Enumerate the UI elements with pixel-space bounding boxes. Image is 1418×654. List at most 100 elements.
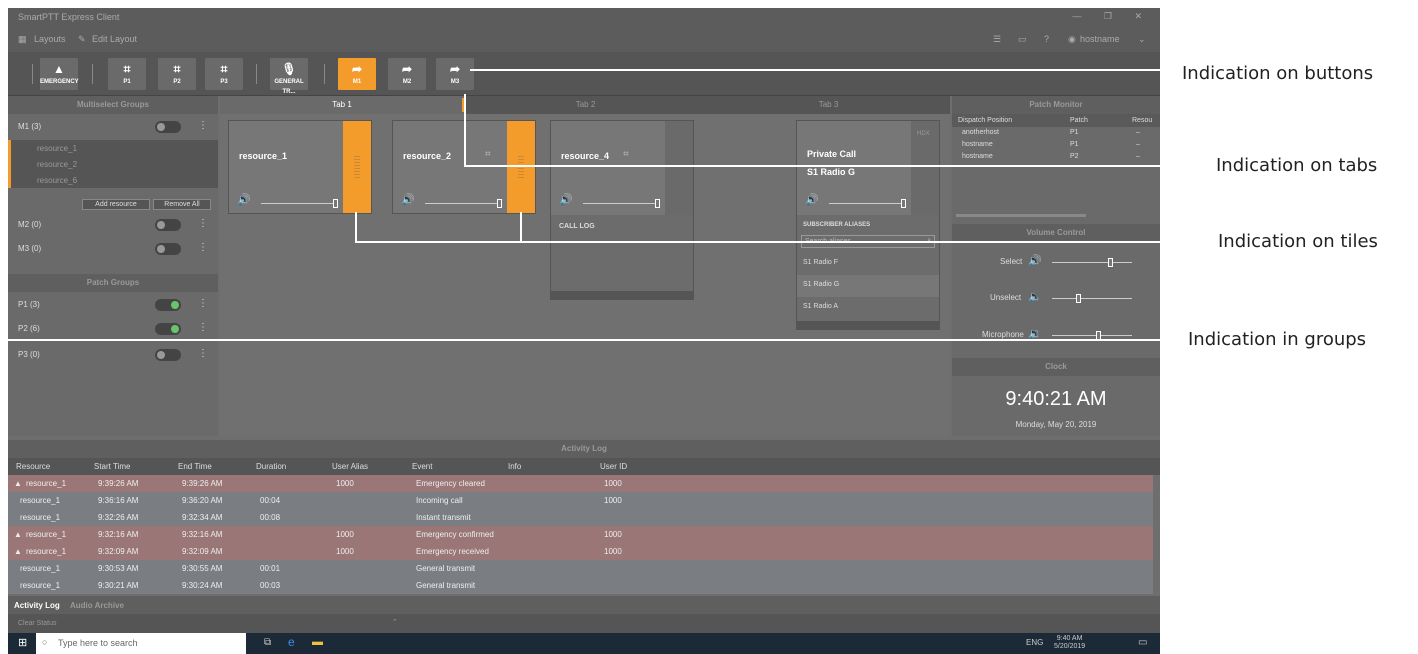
tile-side[interactable]: HDX [911,121,939,215]
list-item[interactable]: resource_1 [8,140,218,156]
speaker-icon[interactable]: 🔊 [559,193,573,206]
table-row[interactable]: ▲ resource_1 9:32:09 AM 9:32:09 AM 1000 Emerg… [8,543,1153,560]
group-toggle[interactable] [155,121,181,133]
tab-3[interactable]: Tab 3 [707,96,950,114]
speaker-icon[interactable]: 🔈 [1028,290,1042,303]
more-icon[interactable]: ⋮ [198,298,208,309]
windows-icon[interactable]: ⊞ [18,636,27,649]
tab-activity-log[interactable]: Activity Log [14,601,60,610]
clear-status-button[interactable]: Clear Status [18,620,57,627]
p1-button[interactable]: ⌗ P1 [108,58,146,90]
edge-icon[interactable]: e [288,635,295,649]
folder-icon[interactable]: ▬ [312,636,323,648]
list-icon[interactable]: ☰ [993,34,1001,45]
group-m1[interactable]: M1 (3) ⋮ [8,116,218,138]
resource-tile[interactable]: resource_4 ⌗ 🔊 CALL LOG [550,120,694,300]
volume-slider[interactable] [829,203,905,204]
drag-handle[interactable] [354,156,360,180]
group-m3[interactable]: M3 (0) ⋮ [8,238,218,260]
table-row[interactable]: hostname P2 – [952,151,1160,163]
pager-bar[interactable] [797,321,939,329]
private-call-tile[interactable]: Private Call S1 Radio G HDX 🔊 SUBSCRIBER… [796,120,940,330]
group-toggle[interactable] [155,243,181,255]
resource-tile[interactable]: resource_1 🔊 [228,120,372,214]
speaker-icon[interactable]: 🔊 [401,193,415,206]
microphone-volume-slider[interactable] [1052,335,1132,336]
volume-slider[interactable] [261,203,337,204]
column-header[interactable]: Patch [1070,117,1088,124]
column-header[interactable]: Duration [256,462,286,471]
list-item[interactable]: resource_2 [8,156,218,172]
slider-thumb[interactable] [655,199,660,208]
slider-thumb[interactable] [333,199,338,208]
select-volume-slider[interactable] [1052,262,1132,263]
chevron-up-icon[interactable]: ⌃ [392,618,398,626]
table-row[interactable]: ▲ resource_1 9:32:16 AM 9:32:16 AM 1000 Emerg… [8,526,1153,543]
tile-side[interactable] [665,121,693,215]
slider-thumb[interactable] [901,199,906,208]
monitor-icon[interactable]: ▭ [1018,34,1027,45]
tab-audio-archive[interactable]: Audio Archive [70,601,124,610]
speaker-icon[interactable]: 🔊 [237,193,251,206]
user-menu[interactable]: hostname [1080,34,1120,44]
more-icon[interactable]: ⋮ [198,218,208,229]
window-controls[interactable]: — ❐ ✕ [1072,11,1152,22]
list-item[interactable]: S1 Radio A [797,297,939,319]
group-m2[interactable]: M2 (0) ⋮ [8,214,218,236]
group-toggle[interactable] [155,299,181,311]
list-item[interactable]: S1 Radio F [797,253,939,275]
search-input[interactable]: ○ Type here to search [36,633,246,654]
drag-handle[interactable] [518,156,524,180]
table-row[interactable]: anotherhost P1 – [952,127,1160,139]
volume-slider[interactable] [425,203,501,204]
p2-button[interactable]: ⌗ P2 [158,58,196,90]
column-header[interactable]: End Time [178,462,212,471]
speaker-icon[interactable]: 🔊 [1028,254,1042,267]
scrollbar[interactable] [956,214,1086,217]
taskbar-clock[interactable]: 9:40 AM 5/20/2019 [1054,635,1085,651]
speaker-icon[interactable]: 🔊 [805,193,819,206]
p3-button[interactable]: ⌗ P3 [205,58,243,90]
general-transmit-button[interactable]: 🎙 GENERAL TR... [270,58,308,95]
tile-indicator[interactable] [507,121,535,213]
column-header[interactable]: Resou [1132,117,1152,124]
help-icon[interactable]: ? [1044,34,1049,44]
table-row[interactable]: resource_1 9:30:53 AM 9:30:55 AM 00:01 Gener… [8,560,1153,577]
column-header[interactable]: Start Time [94,462,130,471]
volume-slider[interactable] [583,203,659,204]
table-row[interactable]: resource_1 9:32:26 AM 9:32:34 AM 00:08 Insta… [8,509,1153,526]
add-resource-button[interactable]: Add resource [82,199,150,210]
m3-button[interactable]: ➦ M3 [436,58,474,90]
more-icon[interactable]: ⋮ [198,348,208,359]
group-toggle[interactable] [155,219,181,231]
m1-button[interactable]: ➦ M1 [338,58,376,90]
more-icon[interactable]: ⋮ [198,242,208,253]
layouts-menu[interactable]: Layouts [34,34,66,44]
notification-icon[interactable]: ▭ [1138,637,1147,648]
tab-1[interactable]: Tab 1 [220,96,464,114]
tile-indicator[interactable] [343,121,371,213]
language-indicator[interactable]: ENG [1026,638,1043,647]
remove-all-button[interactable]: Remove All [153,199,211,210]
more-icon[interactable]: ⋮ [198,322,208,333]
table-row[interactable]: resource_1 9:36:16 AM 9:36:20 AM 00:04 Incom… [8,492,1153,509]
emergency-button[interactable]: ▲ EMERGENCY [40,58,79,90]
m2-button[interactable]: ➦ M2 [388,58,426,90]
slider-thumb[interactable] [1108,258,1113,267]
column-header[interactable]: User Alias [332,462,368,471]
tab-2[interactable]: Tab 2 [464,96,707,114]
column-header[interactable]: Event [412,462,432,471]
chevron-down-icon[interactable]: ⌄ [1138,34,1146,45]
group-p3[interactable]: P3 (0) ⋮ [8,344,218,366]
group-toggle[interactable] [155,349,181,361]
unselect-volume-slider[interactable] [1052,298,1132,299]
slider-thumb[interactable] [497,199,502,208]
group-p1[interactable]: P1 (3) ⋮ [8,294,218,316]
column-header[interactable]: Dispatch Position [958,117,1012,124]
group-toggle[interactable] [155,323,181,335]
scroll-bar[interactable] [551,291,693,299]
list-item[interactable]: resource_6 [8,172,218,188]
column-header[interactable]: Resource [16,462,50,471]
column-header[interactable]: Info [508,462,521,471]
table-row[interactable]: hostname P1 – [952,139,1160,151]
